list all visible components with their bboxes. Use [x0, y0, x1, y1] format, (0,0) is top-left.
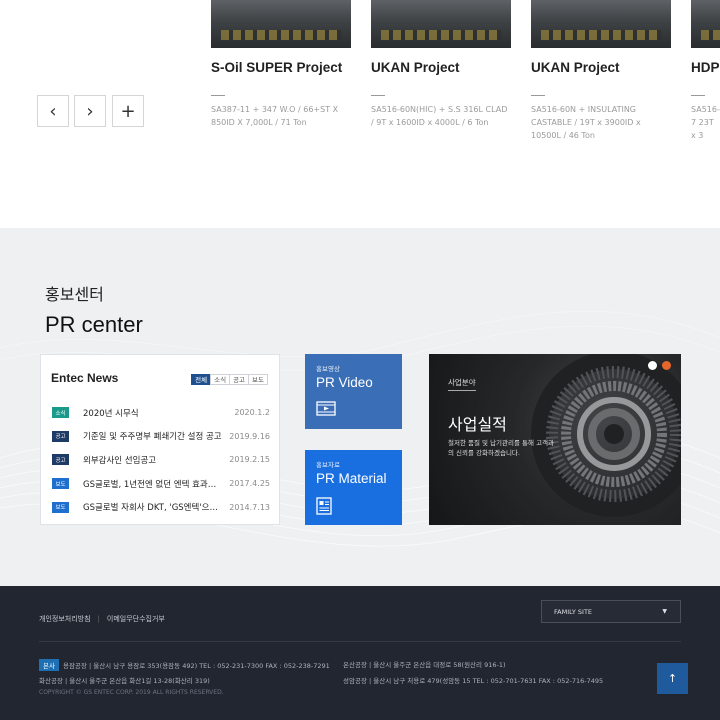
next-button[interactable]: › — [74, 95, 106, 127]
tab-all[interactable]: 전체 — [191, 374, 212, 385]
project-title: HDP — [691, 60, 720, 75]
footer-links: 개인정보처리방침 | 이메일무단수집거부 — [39, 614, 165, 624]
card-subtitle: 홍보영상 — [316, 365, 340, 373]
card-description: 철저한 품질 및 납기관리를 통해 고객과의 신뢰를 강화하겠습니다. — [448, 439, 555, 457]
section-title-korean: 홍보센터 — [45, 285, 104, 304]
news-row[interactable]: 공고 외부감사인 선임공고 2019.2.15 — [52, 448, 270, 472]
card-title: PR Video — [316, 375, 373, 390]
tab-press[interactable]: 보도 — [248, 374, 268, 385]
project-image — [211, 0, 351, 48]
project-card[interactable]: UKAN Project SA516-60N + INSULATING CAST… — [531, 0, 671, 142]
news-title: Entec News — [51, 371, 119, 385]
news-panel: Entec News 전체 소식 공고 보도 소식 2020년 시무식 2020… — [40, 354, 280, 525]
news-list: 소식 2020년 시무식 2020.1.2 공고 기준일 및 주주명부 폐쇄기간… — [52, 401, 270, 519]
scroll-top-button[interactable]: ↑ — [657, 663, 688, 694]
project-desc: SA516-60N(HIC) + S.S 316L CLAD / 9T x 16… — [371, 105, 508, 127]
tab-notice[interactable]: 공고 — [229, 374, 250, 385]
project-desc: SA387-11 + 347 W.O / 66+ST X 850ID X 7,0… — [211, 105, 339, 127]
pr-material-card[interactable]: 홍보자료 PR Material — [305, 450, 402, 525]
news-row[interactable]: 보도 GS글로벌 자회사 DKT, 'GS엔텍'으로… 2014.7.13 — [52, 495, 270, 519]
project-title: S-Oil SUPER Project — [211, 60, 343, 75]
news-headline: GS글로벌 자회사 DKT, 'GS엔텍'으로… — [83, 503, 224, 514]
news-headline: 외부감사인 선임공고 — [83, 455, 157, 466]
project-desc: SA516-60N + INSULATING CASTABLE / 19T x … — [531, 105, 641, 140]
family-site-select[interactable]: FAMILY SITE ▼ — [541, 600, 681, 623]
divider — [371, 95, 385, 96]
business-card[interactable]: 사업분야 사업실적 철저한 품질 및 납기관리를 통해 고객과의 신뢰를 강화하… — [429, 354, 681, 525]
copyright: COPYRIGHT © GS ENTEC CORP. 2019 ALL RIGH… — [39, 689, 224, 696]
pr-video-card[interactable]: 홍보영상 PR Video — [305, 354, 402, 429]
divider — [448, 390, 476, 391]
project-title: UKAN Project — [371, 60, 460, 75]
card-title: PR Material — [316, 471, 387, 486]
news-row[interactable]: 보도 GS글로벌, 1년전엔 없던 엔텍 효과…… 2017.4.25 — [52, 472, 270, 496]
news-date: 2020.1.2 — [234, 408, 270, 418]
project-title: UKAN Project — [531, 60, 620, 75]
project-card[interactable]: UKAN Project SA516-60N(HIC) + S.S 316L C… — [371, 0, 511, 129]
card-title: 사업실적 — [448, 415, 507, 434]
card-subtitle: 사업분야 — [448, 378, 476, 387]
family-site-label: FAMILY SITE — [554, 607, 593, 616]
project-card[interactable]: S-Oil SUPER Project SA387-11 + 347 W.O /… — [211, 0, 351, 129]
hq-badge: 본사 — [39, 659, 59, 671]
project-card[interactable]: HDP SA516-7 23T x 3 — [691, 0, 720, 142]
pr-center-section: 홍보센터 PR center Entec News 전체 소식 공고 보도 소식… — [0, 228, 720, 586]
card-subtitle: 홍보자료 — [316, 461, 340, 469]
slide-dot[interactable] — [648, 361, 657, 370]
project-image — [691, 0, 720, 48]
divider — [691, 95, 705, 96]
address-line: 화산공장 | 울산시 울주군 온산읍 화산1길 13-28(화산리 319) — [39, 677, 210, 685]
address-text: 용잠공장 | 울산시 남구 용잠로 353(용잠동 492) TEL : 052… — [62, 662, 330, 670]
separator: | — [97, 615, 100, 623]
more-button[interactable]: + — [112, 95, 144, 127]
category-badge: 보도 — [52, 478, 69, 490]
address-line: 성암공장 | 울산시 남구 처용로 479(성암동 15 TEL : 052-7… — [343, 677, 604, 685]
divider — [531, 95, 545, 96]
news-headline: 기준일 및 주주명부 폐쇄기간 설정 공고 — [83, 432, 222, 443]
category-badge: 공고 — [52, 430, 69, 442]
news-date: 2019.9.16 — [229, 431, 270, 441]
project-image — [531, 0, 671, 48]
section-title: PR center — [45, 312, 143, 337]
news-row[interactable]: 공고 기준일 및 주주명부 폐쇄기간 설정 공고 2019.9.16 — [52, 425, 270, 449]
projects-section: ‹ › + S-Oil SUPER Project SA387-11 + 347… — [0, 0, 720, 228]
news-date: 2014.7.13 — [229, 502, 270, 512]
news-headline: GS글로벌, 1년전엔 없던 엔텍 효과…… — [83, 479, 224, 490]
news-date: 2019.2.15 — [229, 455, 270, 465]
chevron-down-icon: ▼ — [662, 608, 667, 615]
address-line: 온산공장 | 울산시 울주군 온산읍 대정로 58(원산리 916-1) — [343, 661, 506, 669]
category-badge: 소식 — [52, 407, 69, 419]
prev-button[interactable]: ‹ — [37, 95, 69, 127]
footer: 개인정보처리방침 | 이메일무단수집거부 FAMILY SITE ▼ 본사 용잠공… — [0, 586, 720, 720]
project-image — [371, 0, 511, 48]
address-line: 본사 용잠공장 | 울산시 남구 용잠로 353(용잠동 492) TEL : 0… — [39, 659, 330, 671]
news-headline: 2020년 시무식 — [83, 408, 139, 419]
video-icon — [316, 401, 336, 416]
privacy-policy-link[interactable]: 개인정보처리방침 — [39, 614, 91, 624]
email-policy-link[interactable]: 이메일무단수집거부 — [107, 614, 165, 624]
news-tabs: 전체 소식 공고 보도 — [191, 374, 268, 385]
project-desc: SA516-7 23T x 3 — [691, 105, 720, 140]
tab-news[interactable]: 소식 — [210, 374, 231, 385]
document-icon — [316, 497, 332, 515]
slide-dot-active[interactable] — [662, 361, 671, 370]
news-date: 2017.4.25 — [229, 479, 270, 489]
category-badge: 보도 — [52, 501, 69, 513]
divider — [211, 95, 225, 96]
divider — [39, 641, 681, 642]
news-row[interactable]: 소식 2020년 시무식 2020.1.2 — [52, 401, 270, 425]
category-badge: 공고 — [52, 454, 69, 466]
